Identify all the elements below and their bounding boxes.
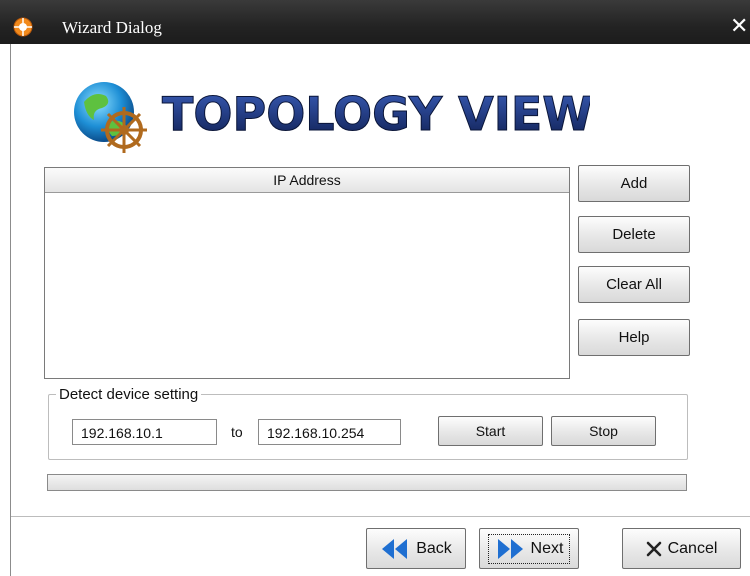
detect-device-legend: Detect device setting bbox=[56, 386, 202, 403]
start-ip-field[interactable]: 192.168.10.1 bbox=[72, 419, 217, 445]
globe-helm-icon bbox=[74, 82, 147, 153]
app-logo-icon bbox=[13, 17, 33, 37]
close-icon[interactable]: ✕ bbox=[730, 15, 748, 37]
ip-address-table[interactable]: IP Address bbox=[44, 167, 570, 379]
help-button[interactable]: Help bbox=[578, 319, 690, 356]
end-ip-field[interactable]: 192.168.10.254 bbox=[258, 419, 401, 445]
footer-separator bbox=[11, 516, 750, 517]
next-label: Next bbox=[530, 539, 564, 557]
back-label: Back bbox=[416, 539, 452, 557]
back-button[interactable]: Back bbox=[366, 528, 466, 569]
add-button[interactable]: Add bbox=[578, 165, 690, 202]
title-bar: Wizard Dialog ✕ bbox=[0, 0, 750, 44]
start-button[interactable]: Start bbox=[438, 416, 543, 446]
banner-title: TOPOLOGY VIEW bbox=[162, 87, 590, 141]
topology-view-banner: TOPOLOGY VIEW bbox=[74, 82, 590, 153]
next-arrow-icon bbox=[497, 538, 523, 559]
cancel-button[interactable]: Cancel bbox=[622, 528, 741, 569]
ip-address-column-header[interactable]: IP Address bbox=[45, 168, 569, 193]
back-arrow-icon bbox=[382, 538, 408, 559]
detect-progress-bar bbox=[47, 474, 687, 491]
window-title: Wizard Dialog bbox=[62, 18, 162, 37]
clear-all-button[interactable]: Clear All bbox=[578, 266, 690, 303]
to-label: to bbox=[231, 424, 243, 440]
stop-button[interactable]: Stop bbox=[551, 416, 656, 446]
cancel-label: Cancel bbox=[667, 539, 718, 557]
cancel-x-icon bbox=[646, 541, 661, 556]
next-button[interactable]: Next bbox=[479, 528, 579, 569]
delete-button[interactable]: Delete bbox=[578, 216, 690, 253]
